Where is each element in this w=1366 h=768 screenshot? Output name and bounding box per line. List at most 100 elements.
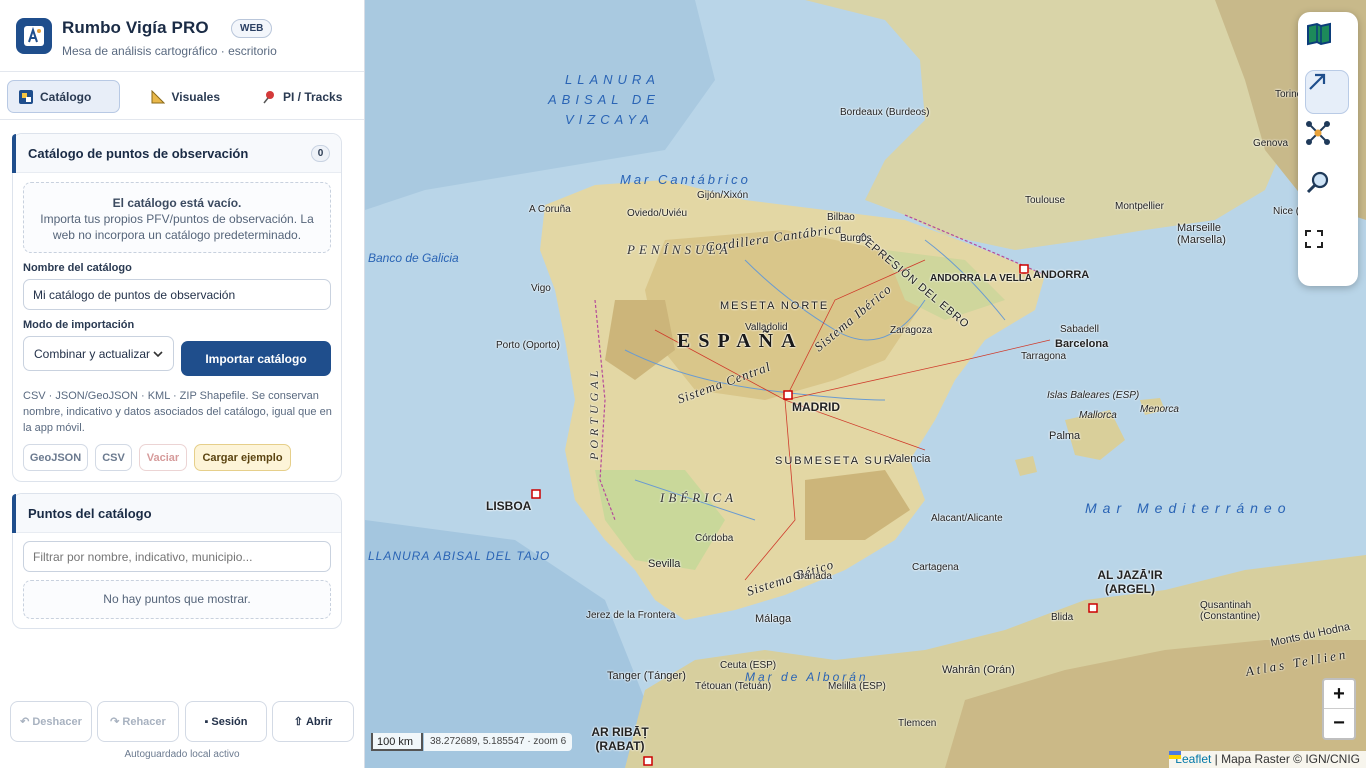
map-label-porto: Porto (Oporto) (496, 340, 560, 351)
map-label-melilla: Melilla (ESP) (828, 681, 886, 692)
map-attribution: Leaflet | Mapa Raster © IGN/CNIG (1169, 751, 1366, 768)
map-label-oran: Wahrân (Orán) (942, 664, 1015, 676)
zoom-in-button[interactable]: + (1324, 680, 1354, 709)
map-label-submeseta-sur: SUBMESETA SUR (775, 455, 894, 467)
autosave-status: Autoguardado local activo (124, 749, 240, 760)
session-label: Sesión (211, 715, 248, 728)
map-label-portugal: PORTUGAL (587, 366, 601, 460)
map-label-mallorca: Mallorca (1079, 410, 1117, 421)
redo-icon: ↷ (110, 716, 120, 728)
app-logo-icon (16, 18, 52, 54)
map-label-palma: Palma (1049, 430, 1081, 442)
catalog-name-label: Nombre del catálogo (23, 262, 132, 274)
map-label-burgos: Burgos (840, 233, 872, 244)
import-mode-value: Combinar y actualizar (34, 346, 151, 361)
session-button[interactable]: ▪ Sesión (185, 701, 267, 742)
map-label-oviedo: Oviedo/Uviéu (627, 208, 688, 219)
catalog-name-input[interactable] (23, 279, 331, 310)
map-label-sevilla: Sevilla (648, 558, 681, 570)
map-label-banco-galicia: Banco de Galicia (368, 251, 459, 265)
export-geojson-button[interactable]: GeoJSON (23, 444, 88, 471)
scale-bar: 100 km (371, 733, 423, 751)
map-label-islas-baleares: Islas Baleares (ESP) (1047, 390, 1140, 401)
import-catalog-button[interactable]: Importar catálogo (181, 341, 331, 376)
zoom-control: + − (1322, 678, 1356, 740)
map-label-ceuta: Ceuta (ESP) (720, 660, 777, 671)
tab-catalogo[interactable]: Catálogo (7, 80, 120, 113)
map-label-tanger: Tanger (Tánger) (607, 670, 686, 682)
map-label-llanura-tajo: LLANURA ABISAL DEL TAJO (368, 549, 551, 563)
tab-visuales[interactable]: Visuales (140, 80, 230, 113)
map-label-bilbao: Bilbao (827, 212, 855, 223)
map-label-alicante: Alacant/Alicante (931, 513, 1003, 524)
tab-pi-tracks-label: PI / Tracks (283, 89, 343, 104)
catalog-icon (18, 89, 34, 105)
catalog-count-badge: 0 (311, 145, 330, 162)
map-label-marseille: Marseille (Marsella) (1177, 222, 1226, 246)
map-label-sabadell: Sabadell (1060, 324, 1099, 335)
zoom-out-button[interactable]: − (1324, 709, 1354, 738)
catalog-card-header: Catálogo de puntos de observación 0 (12, 134, 341, 173)
pin-icon (261, 89, 277, 105)
coordinate-readout: 38.272689, 5.185547 · zoom 6 (424, 733, 573, 751)
map-label-tlemcen: Tlemcen (898, 718, 937, 729)
undo-icon: ↶ (20, 716, 30, 728)
load-example-button[interactable]: Cargar ejemplo (194, 444, 291, 471)
map-label-argel: AL JAZĀ'IR (ARGEL) (1097, 568, 1163, 596)
map-label-lisboa: LISBOA (486, 499, 532, 513)
map-label-jerez: Jerez de la Frontera (586, 610, 676, 621)
map-label-iberica: IBÉRICA (660, 490, 738, 505)
map-label-andorra: ANDORRA (1033, 269, 1090, 281)
map-label-malaga: Málaga (755, 613, 792, 625)
points-card: Puntos del catálogo No hay puntos que mo… (12, 493, 342, 629)
redo-label: Rehacer (122, 715, 166, 728)
catalog-layer-button[interactable] (1305, 20, 1349, 64)
arrow-tool-button[interactable] (1305, 70, 1349, 114)
app-header: Rumbo Vigía PRO WEB Mesa de análisis car… (0, 0, 364, 72)
app-title: Rumbo Vigía PRO (62, 18, 209, 37)
tab-pi-tracks[interactable]: PI / Tracks (251, 80, 356, 113)
import-mode-select[interactable]: Combinar y actualizar (23, 336, 174, 371)
network-tool-button[interactable] (1305, 120, 1349, 164)
points-filter-input[interactable] (23, 541, 331, 572)
map-label-granada: Granada (793, 571, 832, 582)
fullscreen-button[interactable] (1305, 230, 1349, 274)
export-csv-button[interactable]: CSV (95, 444, 132, 471)
import-formats-text: CSV · JSON/GeoJSON · KML · ZIP Shapefile… (23, 390, 332, 434)
map-label-valencia: Valencia (889, 453, 931, 465)
clear-catalog-button[interactable]: Vaciar (139, 444, 187, 471)
app-subtitle: Mesa de análisis cartográfico · escritor… (62, 44, 277, 58)
catalog-card-title: Catálogo de puntos de observación (28, 146, 249, 161)
save-icon: ▪ (204, 715, 209, 728)
card-accent (12, 134, 16, 173)
undo-label: Deshacer (32, 715, 82, 728)
map-label-genova: Genova (1253, 138, 1289, 149)
ruler-icon (150, 89, 166, 105)
map-label-a-coruna: A Coruña (529, 204, 571, 215)
map-label-abisal: ABISAL DE (548, 92, 660, 107)
map-label-mar-cantabrico: Mar Cantábrico (620, 172, 751, 187)
catalog-empty-state: El catálogo está vacío. Importa tus prop… (23, 182, 331, 253)
web-badge: WEB (231, 19, 273, 38)
undo-button[interactable]: ↶ Deshacer (10, 701, 92, 742)
open-button[interactable]: ⇧ Abrir (272, 701, 354, 742)
map-label-gijon: Gijón/Xixón (697, 190, 749, 201)
map-label-espana: ESPAÑA (677, 330, 804, 352)
map-label-zaragoza: Zaragoza (890, 325, 933, 336)
map-label-valladolid: Valladolid (745, 322, 788, 333)
map-label-mar-mediterraneo: Mar Mediterráneo (1085, 500, 1292, 516)
map-label-cordoba: Córdoba (695, 533, 734, 544)
map-toolbar (1298, 12, 1358, 286)
map-label-blida: Blida (1051, 612, 1074, 623)
map-label-menorca: Menorca (1140, 404, 1179, 415)
chevron-down-icon (153, 347, 163, 361)
map-label-cartagena: Cartagena (912, 562, 959, 573)
map-label-toulouse: Toulouse (1025, 195, 1066, 206)
redo-button[interactable]: ↷ Rehacer (97, 701, 179, 742)
search-tool-button[interactable] (1305, 170, 1349, 214)
map-view[interactable]: LLANURA ABISAL DE VIZCAYA Mar Cantábrico… (365, 0, 1366, 768)
attribution-text: | Mapa Raster © IGN/CNIG (1211, 752, 1360, 766)
points-empty-state: No hay puntos que mostrar. (23, 580, 331, 619)
map-label-tarragona: Tarragona (1021, 351, 1067, 362)
map-label-bordeaux: Bordeaux (Burdeos) (840, 107, 930, 118)
